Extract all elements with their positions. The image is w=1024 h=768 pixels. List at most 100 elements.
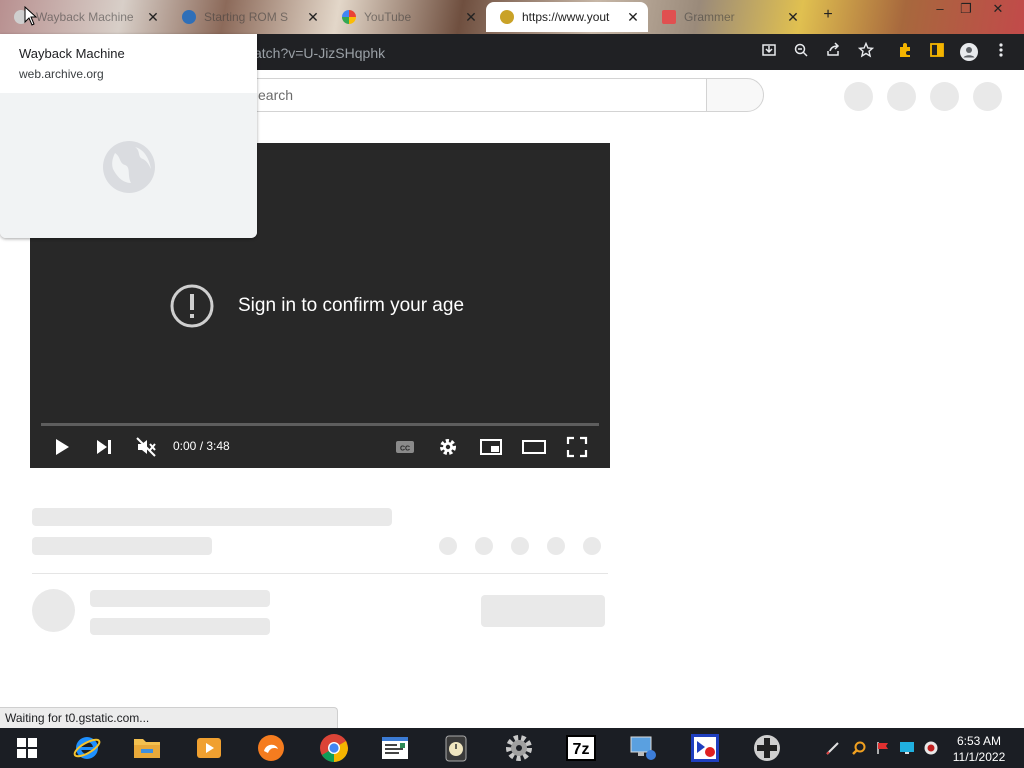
time-display: 0:00 / 3:48 [173, 439, 230, 453]
taskbar-settings-app[interactable] [500, 730, 538, 766]
tray-record-icon[interactable] [920, 730, 942, 766]
mouse-cursor-icon [24, 6, 38, 26]
header-icon-placeholder[interactable] [887, 82, 916, 111]
action-skeleton [475, 537, 493, 555]
progress-bar[interactable] [41, 423, 599, 426]
restore-icon[interactable]: ❐ [954, 0, 978, 18]
share-icon[interactable] [822, 42, 844, 64]
miniplayer-icon[interactable] [479, 435, 503, 459]
close-window-icon[interactable]: ✕ [986, 0, 1010, 18]
taskbar-file-explorer[interactable] [128, 730, 166, 766]
tab-hover-card: Wayback Machine web.archive.org [0, 34, 257, 238]
views-skeleton [32, 537, 212, 555]
search-placeholder: earch [258, 87, 294, 103]
action-skeleton [511, 537, 529, 555]
tab-youtube[interactable]: YouTube ✕ [328, 2, 486, 32]
taskbar-uc-browser[interactable] [252, 730, 290, 766]
settings-gear-icon[interactable] [436, 435, 460, 459]
taskbar-7zip[interactable]: 7z [562, 730, 600, 766]
taskbar-remote-desktop[interactable] [624, 730, 662, 766]
side-panel-icon[interactable] [926, 42, 948, 64]
bookmark-star-icon[interactable] [855, 41, 877, 64]
menu-icon[interactable] [990, 42, 1012, 64]
header-icon-placeholder[interactable] [844, 82, 873, 111]
globe-icon [103, 141, 155, 193]
remote-desktop-icon [630, 736, 656, 760]
age-message-text: Sign in to confirm your age [238, 295, 465, 316]
captions-icon[interactable]: CC [393, 435, 417, 459]
tab-title: YouTube [364, 10, 412, 24]
header-icon-placeholder[interactable] [930, 82, 959, 111]
close-tab-icon[interactable]: ✕ [784, 9, 802, 26]
tray-flag-icon[interactable] [872, 730, 894, 766]
search-button[interactable] [706, 78, 764, 112]
extensions-icon[interactable] [894, 42, 916, 64]
screen-recorder-icon [691, 734, 719, 762]
address-bar-url: /watch?v=U-JizSHqphk [240, 45, 386, 61]
address-bar[interactable]: /watch?v=U-JizSHqphk [240, 40, 750, 66]
action-skeleton [583, 537, 601, 555]
taskbar-gamepad-app[interactable] [748, 730, 786, 766]
hover-card-url: web.archive.org [19, 67, 104, 81]
tab-title: Starting ROM S [204, 10, 289, 24]
clock-time: 6:53 AM [956, 734, 1002, 748]
tab-title: Wayback Machine [36, 10, 134, 24]
action-skeleton [439, 537, 457, 555]
internet-explorer-icon [73, 737, 101, 759]
subscribe-button-skeleton [481, 595, 605, 627]
tray-display-icon[interactable] [896, 730, 918, 766]
system-clock[interactable]: 6:53 AM 11/1/2022 [944, 733, 1014, 765]
close-tab-icon[interactable]: ✕ [304, 9, 322, 26]
close-tab-icon[interactable]: ✕ [462, 9, 480, 26]
search-input[interactable]: earch [245, 78, 707, 112]
taskbar-internet-explorer[interactable] [68, 730, 106, 766]
zoom-icon[interactable] [790, 42, 812, 64]
taskbar-screen-recorder[interactable] [686, 730, 724, 766]
loading-favicon-icon [500, 10, 514, 24]
status-text: Waiting for t0.gstatic.com... [5, 711, 150, 725]
google-favicon-icon [342, 10, 356, 24]
svg-text:7z: 7z [573, 741, 590, 758]
taskbar-chrome[interactable] [315, 730, 353, 766]
tray-pen-icon[interactable] [822, 730, 844, 766]
new-tab-icon[interactable]: + [816, 6, 840, 24]
clock-date: 11/1/2022 [952, 750, 1006, 764]
taskbar-media-player[interactable] [190, 730, 228, 766]
windows-logo-icon [17, 738, 37, 758]
close-tab-icon[interactable]: ✕ [144, 9, 162, 26]
tab-title: Grammer [684, 10, 735, 24]
document-window-icon [382, 737, 408, 759]
next-icon[interactable] [92, 435, 116, 459]
channel-avatar-skeleton [32, 589, 75, 632]
muted-volume-icon[interactable] [134, 435, 158, 459]
tab-grammer[interactable]: Grammer ✕ [648, 2, 808, 32]
profile-icon[interactable] [958, 42, 980, 64]
chrome-icon [320, 734, 348, 762]
subscribers-skeleton [90, 618, 270, 635]
status-bubble: Waiting for t0.gstatic.com... [0, 707, 338, 728]
minimize-icon[interactable]: – [928, 0, 952, 18]
install-icon[interactable] [758, 42, 780, 64]
tab-starting-rom[interactable]: Starting ROM S ✕ [168, 2, 328, 32]
7zip-icon: 7z [566, 735, 596, 761]
site-favicon-icon [662, 10, 676, 24]
fullscreen-icon[interactable] [565, 435, 589, 459]
theater-mode-icon[interactable] [522, 435, 546, 459]
stopwatch-icon [445, 735, 467, 762]
taskbar-document-app[interactable] [376, 730, 414, 766]
hover-card-preview [0, 93, 257, 238]
media-player-icon [197, 738, 221, 758]
divider [32, 573, 608, 574]
header-icon-placeholder[interactable] [973, 82, 1002, 111]
dpad-icon [754, 735, 780, 761]
tab-active-youtube-url[interactable]: https://www.yout ✕ [486, 2, 648, 32]
taskbar-timer-app[interactable] [437, 730, 475, 766]
tray-search-icon[interactable] [848, 730, 870, 766]
start-button[interactable] [8, 730, 46, 766]
play-icon[interactable] [50, 435, 74, 459]
tab-title: https://www.yout [522, 10, 610, 24]
site-favicon-icon [182, 10, 196, 24]
tab-strip: Wayback Machine ✕ Starting ROM S ✕ YouTu… [0, 0, 1024, 34]
channel-name-skeleton [90, 590, 270, 607]
close-tab-icon[interactable]: ✕ [624, 9, 642, 26]
